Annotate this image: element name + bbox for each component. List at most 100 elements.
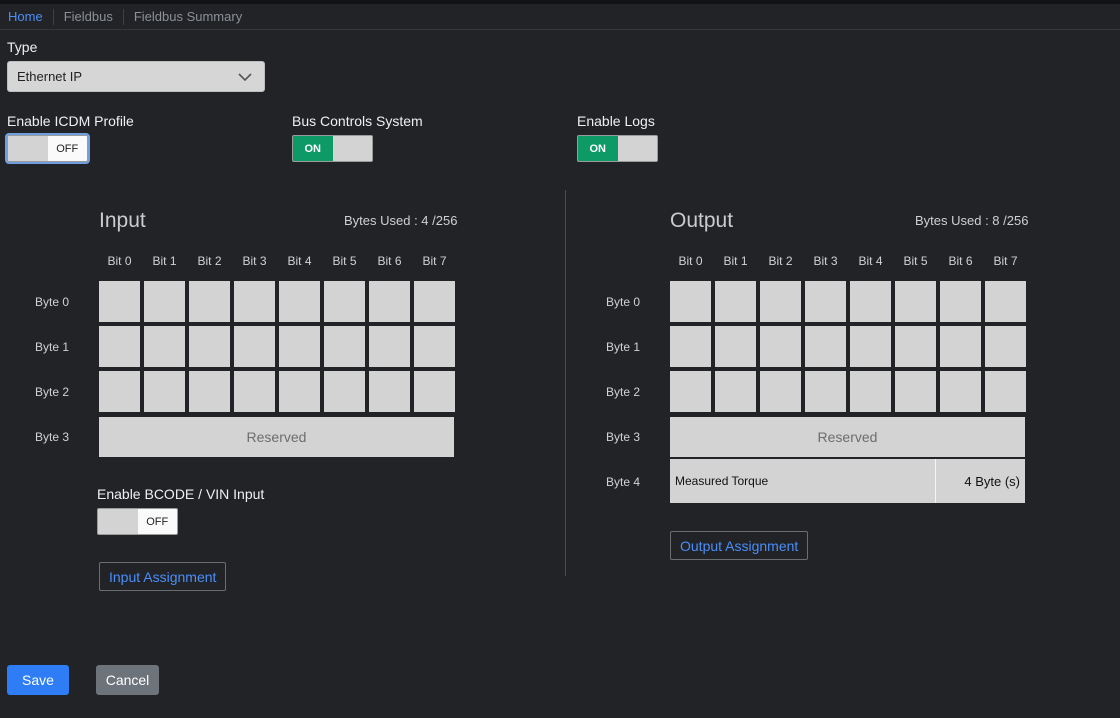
bit-cell[interactable] (715, 371, 756, 412)
input-assignment-button[interactable]: Input Assignment (99, 562, 227, 591)
bit-header: Bit 4 (287, 254, 312, 268)
cancel-button[interactable]: Cancel (96, 665, 159, 695)
byte-label: Byte 0 (606, 295, 641, 309)
bit-cell[interactable] (670, 326, 711, 367)
bit-cell[interactable] (414, 281, 455, 322)
save-button[interactable]: Save (7, 665, 69, 695)
bit-cell[interactable] (895, 326, 936, 367)
bit-cell[interactable] (760, 326, 801, 367)
bit-cell[interactable] (985, 281, 1026, 322)
bit-cell[interactable] (715, 326, 756, 367)
bit-cell[interactable] (414, 326, 455, 367)
bit-cell[interactable] (279, 326, 320, 367)
bit-cell[interactable] (985, 371, 1026, 412)
toggle-knob (617, 136, 657, 161)
toggle-state: ON (578, 136, 618, 161)
bit-cell[interactable] (369, 371, 410, 412)
byte-label: Byte 3 (606, 430, 641, 444)
output-assignment-button[interactable]: Output Assignment (670, 531, 809, 560)
icdm-profile-toggle[interactable]: OFF (7, 135, 88, 162)
breadcrumb-fieldbus[interactable]: Fieldbus (52, 8, 123, 25)
torque-size: 4 Byte (s) (964, 473, 1020, 489)
bit-cell[interactable] (279, 281, 320, 322)
bit-cell[interactable] (715, 281, 756, 322)
bit-header: Bit 1 (152, 254, 177, 268)
input-bytes-used: Bytes Used : 4 /256 (344, 213, 458, 228)
toggle-state: OFF (137, 509, 177, 534)
bit-cell[interactable] (99, 326, 140, 367)
enable-logs-toggle[interactable]: ON (577, 135, 658, 162)
bit-cell[interactable] (850, 326, 891, 367)
output-title: Output (670, 209, 734, 232)
torque-name: Measured Torque (675, 474, 769, 488)
byte-label: Byte 1 (35, 340, 70, 354)
bit-cell[interactable] (234, 326, 275, 367)
bit-cell[interactable] (324, 281, 365, 322)
bit-header: Bit 2 (768, 254, 793, 268)
panel-divider (565, 190, 566, 576)
input-title: Input (99, 209, 146, 232)
bit-cell[interactable] (99, 281, 140, 322)
byte-label: Byte 4 (606, 475, 641, 489)
bit-cell[interactable] (189, 281, 230, 322)
byte-label: Byte 2 (606, 385, 641, 399)
bit-cell[interactable] (895, 281, 936, 322)
type-label: Type (7, 39, 38, 55)
bit-cell[interactable] (670, 371, 711, 412)
bit-cell[interactable] (760, 371, 801, 412)
bit-cell[interactable] (850, 371, 891, 412)
bit-cell[interactable] (369, 326, 410, 367)
bcode-vin-toggle[interactable]: OFF (97, 508, 178, 535)
bit-cell[interactable] (144, 371, 185, 412)
input-reserved-byte: Reserved (99, 417, 454, 457)
toggle-knob (98, 509, 138, 534)
toggle-state: OFF (47, 136, 87, 161)
bit-header: Bit 0 (107, 254, 132, 268)
bit-cell[interactable] (189, 371, 230, 412)
bit-cell[interactable] (369, 281, 410, 322)
bit-cell[interactable] (940, 281, 981, 322)
bit-cell[interactable] (670, 281, 711, 322)
bit-cell[interactable] (99, 371, 140, 412)
bus-controls-label: Bus Controls System (292, 113, 423, 129)
bit-header: Bit 4 (858, 254, 883, 268)
bit-cell[interactable] (234, 281, 275, 322)
breadcrumb-home[interactable]: Home (0, 9, 53, 25)
bit-cell[interactable] (940, 371, 981, 412)
toggle-knob (8, 136, 48, 161)
measured-torque-assignment[interactable]: Measured Torque 4 Byte (s) (670, 459, 1025, 503)
bit-cell[interactable] (805, 326, 846, 367)
byte-label: Byte 3 (35, 430, 70, 444)
bcode-vin-label: Enable BCODE / VIN Input (97, 486, 265, 502)
byte-label: Byte 2 (35, 385, 70, 399)
enable-logs-label: Enable Logs (577, 113, 655, 129)
type-select[interactable]: Ethernet IP (7, 61, 265, 92)
bit-cell[interactable] (850, 281, 891, 322)
bit-header: Bit 3 (813, 254, 838, 268)
bit-cell[interactable] (324, 371, 365, 412)
bus-controls-toggle[interactable]: ON (292, 135, 373, 162)
bit-header: Bit 1 (723, 254, 748, 268)
bit-cell[interactable] (189, 326, 230, 367)
breadcrumb-fieldbus-summary: Fieldbus Summary (122, 8, 252, 25)
bit-cell[interactable] (940, 326, 981, 367)
bit-cell[interactable] (279, 371, 320, 412)
bit-cell[interactable] (414, 371, 455, 412)
toggle-knob (332, 136, 372, 161)
bit-cell[interactable] (805, 371, 846, 412)
bit-cell[interactable] (144, 281, 185, 322)
bit-header: Bit 2 (197, 254, 222, 268)
output-bytes-used: Bytes Used : 8 /256 (915, 213, 1029, 228)
bit-header: Bit 6 (948, 254, 973, 268)
output-reserved-byte: Reserved (670, 417, 1025, 457)
toggle-state: ON (293, 136, 333, 161)
bit-cell[interactable] (144, 326, 185, 367)
chevron-down-icon (238, 73, 252, 82)
bit-header: Bit 7 (422, 254, 447, 268)
bit-cell[interactable] (234, 371, 275, 412)
bit-cell[interactable] (324, 326, 365, 367)
bit-cell[interactable] (760, 281, 801, 322)
bit-cell[interactable] (895, 371, 936, 412)
bit-cell[interactable] (985, 326, 1026, 367)
bit-cell[interactable] (805, 281, 846, 322)
